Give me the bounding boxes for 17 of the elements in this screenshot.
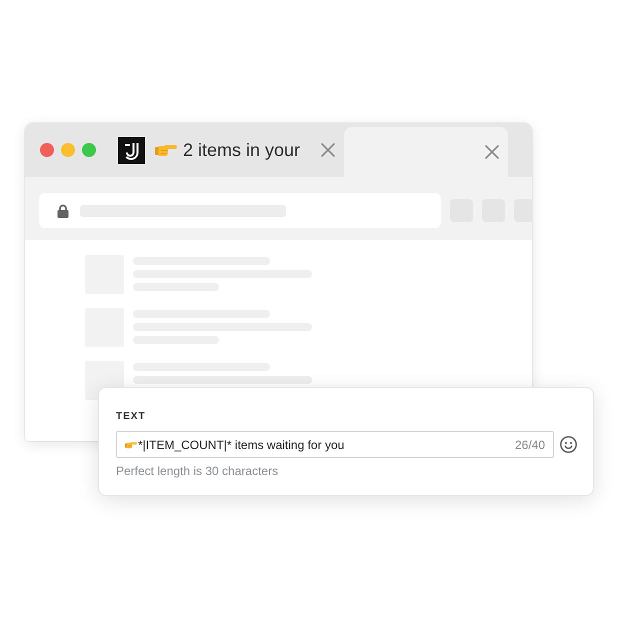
window-control-dot[interactable]	[82, 143, 96, 157]
browser-tab[interactable]: 2 items in your	[110, 123, 344, 177]
pointing-hand-icon	[125, 440, 137, 448]
close-icon[interactable]	[485, 145, 500, 159]
field-label: TEXT	[116, 411, 146, 423]
helper-text: Perfect length is 30 characters	[116, 464, 278, 478]
window-control-dot[interactable]	[61, 143, 75, 157]
logo-icon	[118, 136, 145, 164]
text-input-field[interactable]: *|ITEM_COUNT|* items waiting for you 26/40	[116, 431, 554, 458]
character-counter: 26/40	[514, 438, 545, 452]
lock-icon	[57, 204, 69, 218]
address-bar[interactable]	[39, 193, 441, 228]
smiley-icon[interactable]	[560, 436, 577, 453]
field-value: *|ITEM_COUNT|* items waiting for you	[138, 438, 344, 452]
close-icon[interactable]	[321, 143, 336, 157]
window-control-dot[interactable]	[40, 143, 54, 157]
pointing-hand-icon	[155, 143, 177, 157]
